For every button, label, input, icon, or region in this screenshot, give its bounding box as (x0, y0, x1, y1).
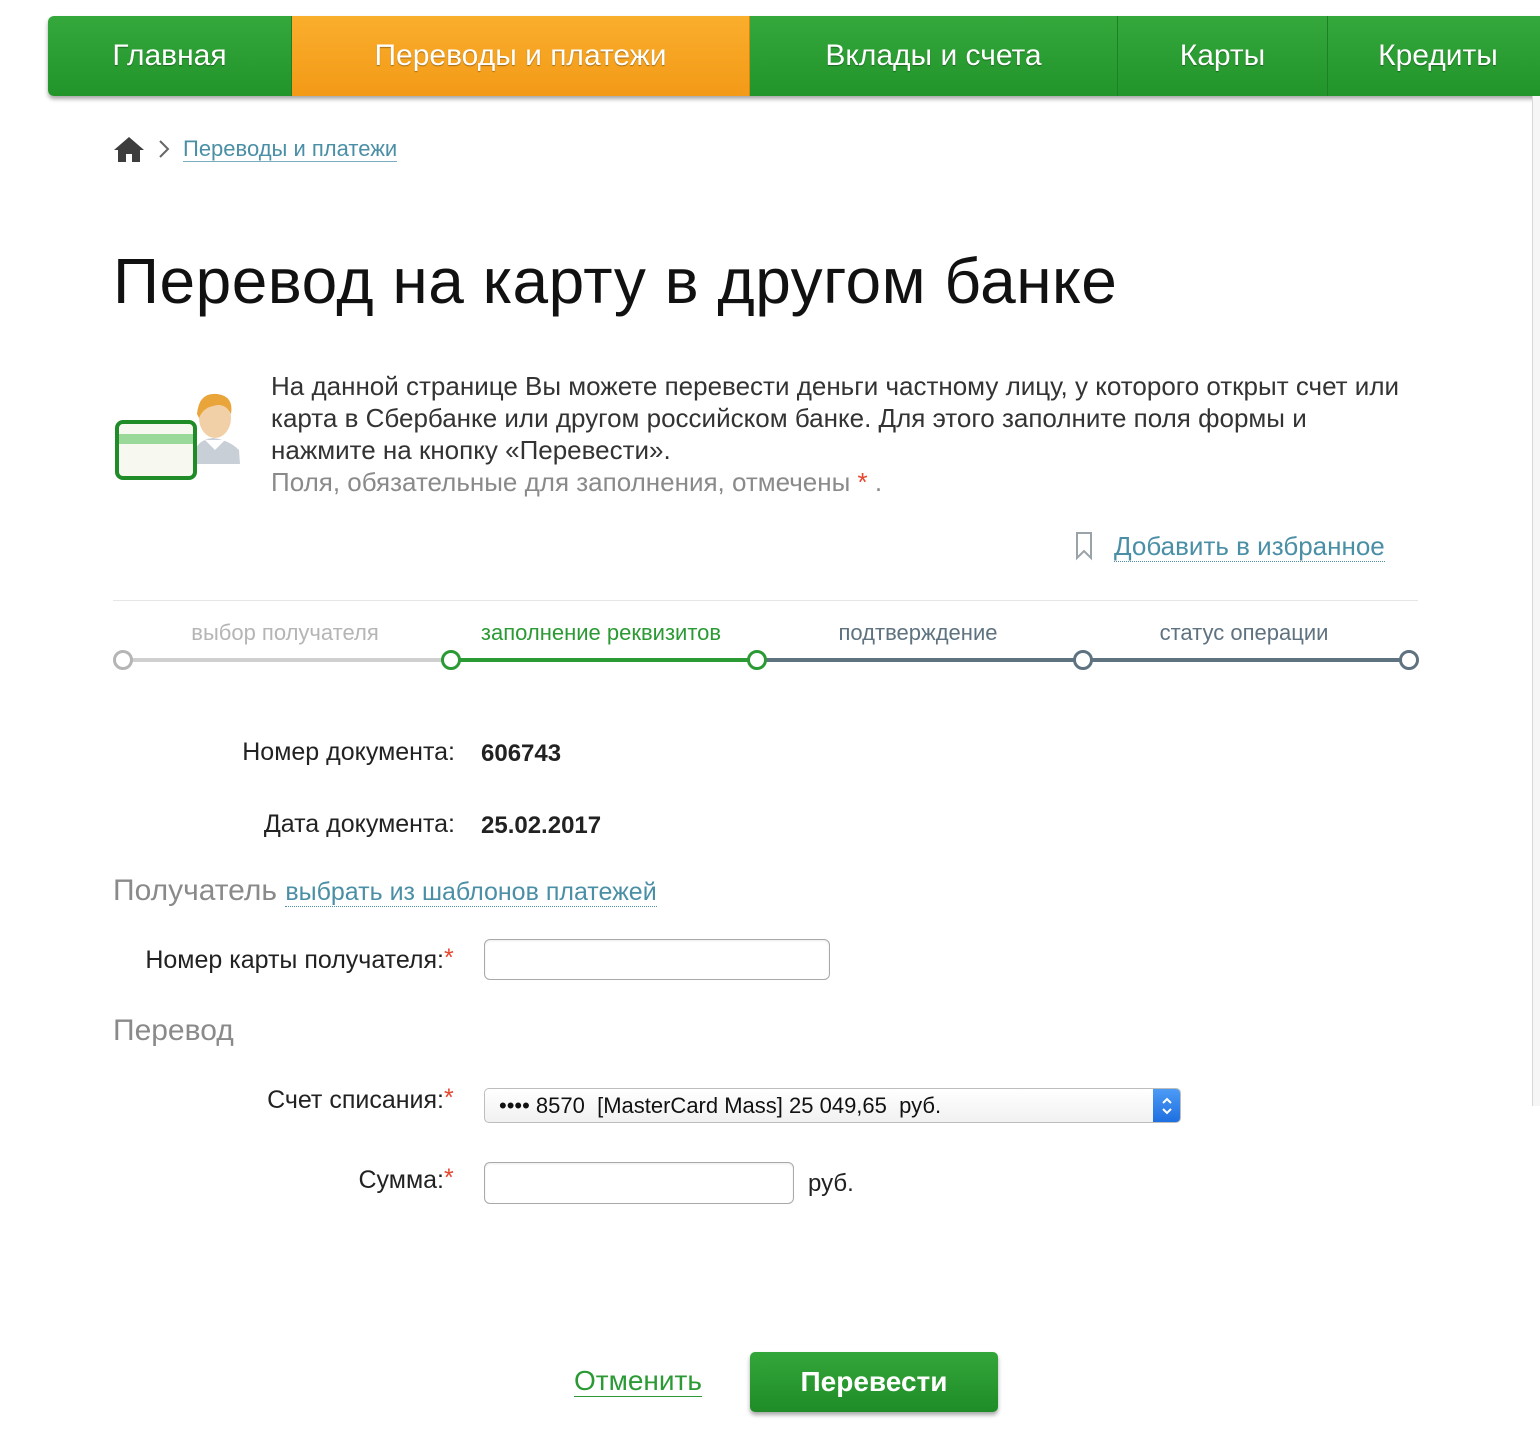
document-number-label: Номер документа: (242, 738, 455, 766)
transfer-section-title: Перевод (113, 1014, 234, 1047)
card-transfer-icon (115, 393, 240, 480)
amount-required-mark: * (444, 1164, 454, 1192)
nav-tab-home[interactable]: Главная (48, 16, 292, 96)
main-nav: Главная Переводы и платежи Вклады и счет… (48, 16, 1540, 96)
document-number-value: 606743 (481, 740, 562, 767)
page-title: Перевод на карту в другом банке (113, 245, 1118, 317)
debit-account-select[interactable]: •••• 8570 [MasterCard Mass] 25 049,65 ру… (484, 1088, 1181, 1123)
recipient-section: Получатель выбрать из шаблонов платежей (113, 874, 657, 908)
document-date-label: Дата документа: (263, 810, 455, 838)
nav-tab-deposits[interactable]: Вклады и счета (750, 16, 1118, 96)
home-icon[interactable] (113, 135, 145, 163)
card-number-required-mark: * (444, 944, 454, 972)
nav-tab-credits[interactable]: Кредиты (1328, 16, 1540, 96)
transfer-button[interactable]: Перевести (750, 1352, 998, 1412)
step-dot-5 (1399, 650, 1419, 670)
step-dot-4 (1073, 650, 1093, 670)
step-label-confirmation: подтверждение (838, 620, 998, 645)
step-label-select-recipient: выбор получателя (191, 620, 379, 645)
choose-from-templates-link[interactable]: выбрать из шаблонов платежей (285, 878, 657, 907)
add-to-favorites-label: Добавить в избранное (1114, 530, 1385, 562)
side-panel-edge (1532, 96, 1540, 1106)
select-arrows-icon (1153, 1089, 1180, 1122)
add-to-favorites[interactable]: Добавить в избранное (1072, 530, 1385, 562)
debit-account-label: Счет списания: (267, 1086, 444, 1114)
intro-description: На данной странице Вы можете перевести д… (271, 370, 1401, 498)
breadcrumb-link-transfers[interactable]: Переводы и платежи (183, 136, 398, 162)
step-dot-1 (113, 650, 133, 670)
step-label-status: статус операции (1159, 620, 1329, 645)
step-label-fill-details: заполнение реквизитов (480, 620, 722, 645)
card-number-label: Номер карты получателя: (145, 946, 444, 974)
card-number-input[interactable] (484, 939, 830, 980)
amount-input[interactable] (484, 1162, 794, 1204)
cancel-link[interactable]: Отменить (574, 1366, 702, 1397)
amount-unit: руб. (808, 1170, 854, 1197)
debit-account-required-mark: * (444, 1084, 454, 1112)
breadcrumb: Переводы и платежи (113, 133, 398, 165)
step-line-current (450, 658, 756, 662)
document-date-value: 25.02.2017 (481, 812, 602, 839)
stepper-divider (113, 600, 1418, 601)
nav-tab-transfers[interactable]: Переводы и платежи (292, 16, 750, 96)
required-hint-end: . (867, 467, 883, 497)
debit-account-selected: •••• 8570 [MasterCard Mass] 25 049,65 ру… (499, 1092, 942, 1118)
amount-label: Сумма: (358, 1166, 445, 1194)
required-mark: * (857, 467, 868, 497)
intro-text: На данной странице Вы можете перевести д… (271, 371, 1400, 465)
step-line-done (122, 658, 450, 662)
step-dot-3 (747, 650, 767, 670)
bookmark-icon (1076, 532, 1092, 561)
step-dot-2 (441, 650, 461, 670)
chevron-right-icon (159, 140, 170, 158)
recipient-section-title: Получатель (113, 874, 277, 907)
nav-tab-cards[interactable]: Карты (1118, 16, 1328, 96)
required-hint: Поля, обязательные для заполнения, отмеч… (271, 467, 851, 497)
